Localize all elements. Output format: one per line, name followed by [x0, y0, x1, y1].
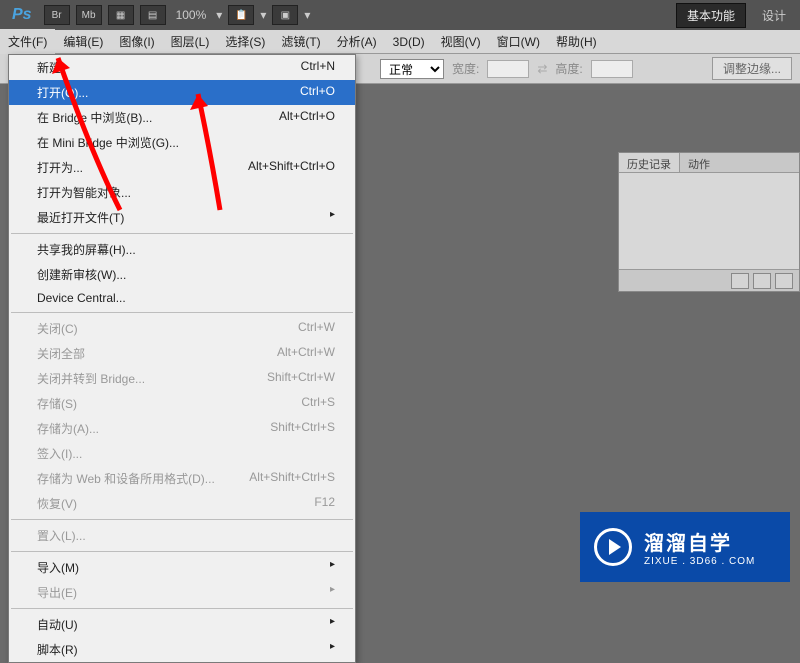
file-menu-item[interactable]: 在 Bridge 中浏览(B)...Alt+Ctrl+O: [9, 105, 355, 130]
menu-file[interactable]: 文件(F): [0, 29, 55, 54]
width-label: 宽度:: [452, 60, 479, 77]
file-menu-item: 存储为 Web 和设备所用格式(D)...Alt+Shift+Ctrl+S: [9, 466, 355, 491]
bridge-button[interactable]: Br: [44, 5, 70, 25]
menu-select[interactable]: 选择(S): [217, 29, 273, 54]
file-menu-item: 导出(E)▸: [9, 580, 355, 605]
file-menu-item[interactable]: Device Central...: [9, 287, 355, 309]
menu-separator: [11, 519, 353, 520]
height-label: 高度:: [555, 60, 582, 77]
watermark-title: 溜溜自学: [644, 527, 755, 556]
file-menu-item[interactable]: 新建Ctrl+N: [9, 55, 355, 80]
toolbar-icon-1[interactable]: ▦: [108, 5, 134, 25]
toolbar-icon-2[interactable]: ▤: [140, 5, 166, 25]
menu-window[interactable]: 窗口(W): [489, 29, 548, 54]
file-menu-item: 关闭并转到 Bridge...Shift+Ctrl+W: [9, 366, 355, 391]
file-menu-item[interactable]: 共享我的屏幕(H)...: [9, 237, 355, 262]
tab-actions[interactable]: 动作: [680, 153, 718, 172]
blend-mode-select[interactable]: 正常: [380, 59, 444, 79]
menu-separator: [11, 551, 353, 552]
menu-separator: [11, 608, 353, 609]
toolbar-dropdown-1-icon[interactable]: ▾: [260, 8, 266, 22]
app-toolbar: Ps Br Mb ▦ ▤ 100% ▾ 📋 ▾ ▣ ▾ 基本功能 设计: [0, 0, 800, 30]
menu-image[interactable]: 图像(I): [111, 29, 162, 54]
play-circle-icon: [594, 528, 632, 566]
menu-3d[interactable]: 3D(D): [385, 31, 433, 53]
history-panel: 历史记录 动作: [618, 152, 800, 292]
menu-analysis[interactable]: 分析(A): [329, 29, 385, 54]
menu-separator: [11, 312, 353, 313]
file-menu-item: 签入(I)...: [9, 441, 355, 466]
height-input[interactable]: [591, 60, 633, 78]
swap-icon[interactable]: ⇄: [537, 62, 547, 76]
menu-separator: [11, 233, 353, 234]
file-menu-item: 关闭全部Alt+Ctrl+W: [9, 341, 355, 366]
menu-help[interactable]: 帮助(H): [548, 29, 605, 54]
history-panel-body: [619, 173, 799, 269]
file-menu-item: 存储为(A)...Shift+Ctrl+S: [9, 416, 355, 441]
menu-layer[interactable]: 图层(L): [163, 29, 218, 54]
watermark: 溜溜自学 ZIXUE . 3D66 . COM: [580, 512, 790, 582]
panel-icon-3[interactable]: [775, 273, 793, 289]
file-menu-dropdown: 新建Ctrl+N打开(O)...Ctrl+O在 Bridge 中浏览(B)...…: [8, 54, 356, 663]
workspace-design-link[interactable]: 设计: [754, 4, 794, 27]
file-menu-item: 置入(L)...: [9, 523, 355, 548]
file-menu-item[interactable]: 自动(U)▸: [9, 612, 355, 637]
watermark-subtitle: ZIXUE . 3D66 . COM: [644, 556, 755, 567]
workspace-basic-button[interactable]: 基本功能: [676, 3, 746, 28]
menu-view[interactable]: 视图(V): [433, 29, 489, 54]
refine-edge-button[interactable]: 调整边缘...: [712, 57, 792, 80]
minibridge-button[interactable]: Mb: [76, 5, 102, 25]
panel-icon-1[interactable]: [731, 273, 749, 289]
file-menu-item: 关闭(C)Ctrl+W: [9, 316, 355, 341]
file-menu-item[interactable]: 打开(O)...Ctrl+O: [9, 80, 355, 105]
file-menu-item[interactable]: 打开为智能对象...: [9, 180, 355, 205]
file-menu-item[interactable]: 在 Mini Bridge 中浏览(G)...: [9, 130, 355, 155]
file-menu-item[interactable]: 导入(M)▸: [9, 555, 355, 580]
menu-edit[interactable]: 编辑(E): [55, 29, 111, 54]
toolbar-icon-4[interactable]: ▣: [272, 5, 298, 25]
toolbar-dropdown-2-icon[interactable]: ▾: [304, 8, 310, 22]
width-input[interactable]: [487, 60, 529, 78]
file-menu-item[interactable]: 创建新审核(W)...: [9, 262, 355, 287]
ps-logo: Ps: [6, 6, 38, 24]
file-menu-item[interactable]: 打开为...Alt+Shift+Ctrl+O: [9, 155, 355, 180]
tab-history[interactable]: 历史记录: [619, 153, 680, 172]
file-menu-item: 存储(S)Ctrl+S: [9, 391, 355, 416]
file-menu-item: 恢复(V)F12: [9, 491, 355, 516]
file-menu-item[interactable]: 最近打开文件(T)▸: [9, 205, 355, 230]
panel-icon-2[interactable]: [753, 273, 771, 289]
zoom-dropdown-icon[interactable]: ▾: [216, 8, 222, 22]
file-menu-item[interactable]: 脚本(R)▸: [9, 637, 355, 662]
history-panel-footer: [619, 269, 799, 291]
menubar: 文件(F) 编辑(E) 图像(I) 图层(L) 选择(S) 滤镜(T) 分析(A…: [0, 30, 800, 54]
toolbar-icon-3[interactable]: 📋: [228, 5, 254, 25]
zoom-level[interactable]: 100%: [176, 8, 207, 22]
menu-filter[interactable]: 滤镜(T): [273, 29, 328, 54]
